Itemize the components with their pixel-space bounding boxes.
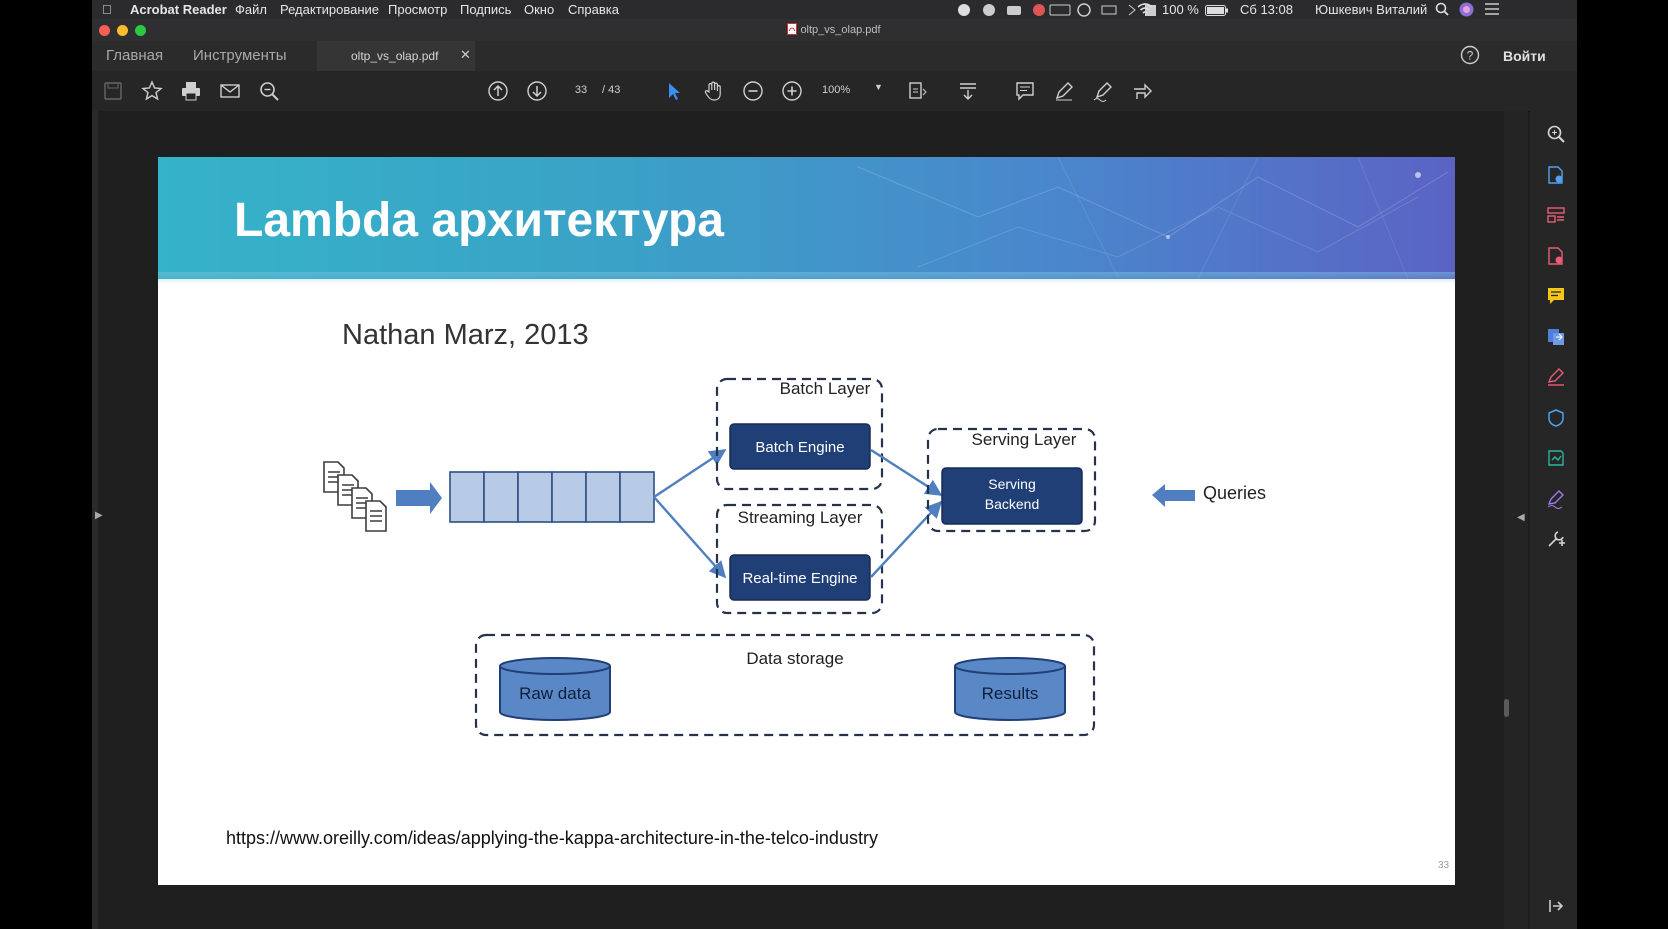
collapse-sidebar-icon[interactable] [1548, 898, 1564, 919]
results-label: Results [982, 684, 1039, 703]
zoom-out-icon[interactable] [742, 80, 764, 102]
bookmark-star-icon[interactable] [141, 80, 163, 102]
queue-to-stream-arrow [653, 496, 727, 579]
certificate-sign-icon[interactable] [1546, 489, 1566, 514]
apple-menu-icon[interactable]:  [102, 2, 112, 17]
page-total: / 43 [602, 84, 621, 96]
lambda-architecture-diagram: Batch Layer Batch Engine Streaming Layer… [323, 377, 1266, 737]
right-panel-collapse-icon[interactable]: ◀ [1517, 512, 1525, 523]
queries-label: Queries [1203, 483, 1266, 503]
serving-layer-label: Serving Layer [972, 430, 1077, 449]
siri-icon[interactable] [1459, 2, 1474, 20]
menu-file[interactable]: Файл [235, 2, 267, 17]
macos-menubar:  Acrobat Reader Файл Редактирование Про… [92, 0, 1577, 19]
organize-pages-icon[interactable] [1546, 205, 1566, 230]
menu-help[interactable]: Справка [568, 2, 619, 17]
create-pdf-icon[interactable] [1546, 246, 1566, 271]
message-queue [449, 471, 655, 523]
realtime-engine-label: Real-time Engine [742, 570, 857, 587]
queries-arrow [1152, 484, 1195, 507]
page-fit-icon[interactable] [907, 80, 929, 102]
hand-icon[interactable] [702, 80, 724, 102]
prev-page-icon[interactable] [487, 80, 509, 102]
menu-edit[interactable]: Редактирование [280, 2, 379, 17]
tab-home[interactable]: Главная [106, 47, 163, 64]
window-title-text: oltp_vs_olap.pdf [800, 24, 881, 36]
help-icon[interactable]: ? [1460, 45, 1480, 70]
document-tab-label[interactable]: oltp_vs_olap.pdf [351, 49, 438, 63]
export-pdf-icon[interactable] [1546, 165, 1566, 190]
tools-sidebar [1530, 111, 1577, 929]
clock[interactable]: Сб 13:08 [1240, 2, 1293, 17]
comment-icon[interactable] [1014, 80, 1036, 102]
queue-to-batch-arrow [653, 448, 727, 499]
batch-engine-label: Batch Engine [755, 439, 844, 456]
streaming-layer-label: Streaming Layer [738, 508, 863, 527]
close-tab-icon[interactable]: ✕ [460, 47, 471, 63]
svg-text:?: ? [1467, 49, 1474, 63]
next-page-icon[interactable] [526, 80, 548, 102]
spotlight-icon[interactable] [1435, 2, 1449, 19]
menu-window[interactable]: Окно [524, 2, 554, 17]
menu-sign[interactable]: Подпись [460, 2, 511, 17]
pdf-page: Lambda архитектура Nathan Marz, 2013 Bat… [158, 157, 1455, 885]
protect-icon[interactable] [1546, 408, 1566, 433]
raw-data-label: Raw data [519, 684, 591, 703]
sign-icon[interactable] [1092, 80, 1114, 102]
menu-view[interactable]: Просмотр [388, 2, 447, 17]
serving-backend-label-line1: Serving [988, 476, 1035, 492]
serving-backend-label-line2: Backend [985, 496, 1039, 512]
tab-bar [92, 41, 1577, 71]
status-icons [957, 3, 1157, 20]
zoom-select[interactable]: 100% [822, 84, 850, 96]
source-url-link[interactable]: https://www.oreilly.com/ideas/applying-t… [226, 828, 878, 849]
tab-tools[interactable]: Инструменты [193, 47, 287, 64]
scrollbar-thumb[interactable] [1504, 699, 1509, 717]
left-panel-toggle-icon[interactable]: ▶ [95, 510, 103, 521]
highlight-pen-icon[interactable] [1053, 80, 1075, 102]
print-icon[interactable] [180, 80, 202, 102]
scroll-mode-icon[interactable] [957, 80, 979, 102]
fill-sign-icon[interactable] [1546, 367, 1566, 392]
search-icon[interactable] [1546, 124, 1566, 149]
share-icon[interactable] [1131, 80, 1153, 102]
user-name[interactable]: Юшкевич Виталий [1315, 2, 1427, 17]
zoom-dropdown-chevron-icon[interactable]: ▼ [874, 82, 883, 92]
select-cursor-icon[interactable] [663, 80, 685, 102]
battery-percent: 100 % [1162, 2, 1199, 17]
more-tools-icon[interactable] [1546, 529, 1566, 554]
app-menu[interactable]: Acrobat Reader [130, 2, 227, 17]
find-icon[interactable] [258, 80, 280, 102]
send-icon[interactable] [1546, 327, 1566, 352]
save-icon[interactable] [102, 80, 124, 102]
ingest-arrow [396, 482, 442, 514]
window-title: oltp_vs_olap.pdf [0, 23, 1668, 36]
pdf-file-icon [787, 23, 798, 35]
sign-in-button[interactable]: Войти [1503, 48, 1546, 64]
data-storage-label: Data storage [746, 649, 843, 668]
comment-tool-icon[interactable] [1546, 286, 1566, 311]
slide-page-number: 33 [1438, 860, 1450, 871]
zoom-in-icon[interactable] [781, 80, 803, 102]
batch-layer-label: Batch Layer [780, 379, 871, 398]
notification-center-icon[interactable] [1485, 3, 1499, 18]
wifi-icon[interactable] [1137, 2, 1153, 19]
battery-icon[interactable] [1205, 4, 1229, 19]
page-number-input[interactable]: 33 [566, 84, 596, 96]
data-sources-documents-icon [323, 461, 387, 532]
email-icon[interactable] [219, 80, 241, 102]
enhance-scan-icon[interactable] [1546, 448, 1566, 473]
